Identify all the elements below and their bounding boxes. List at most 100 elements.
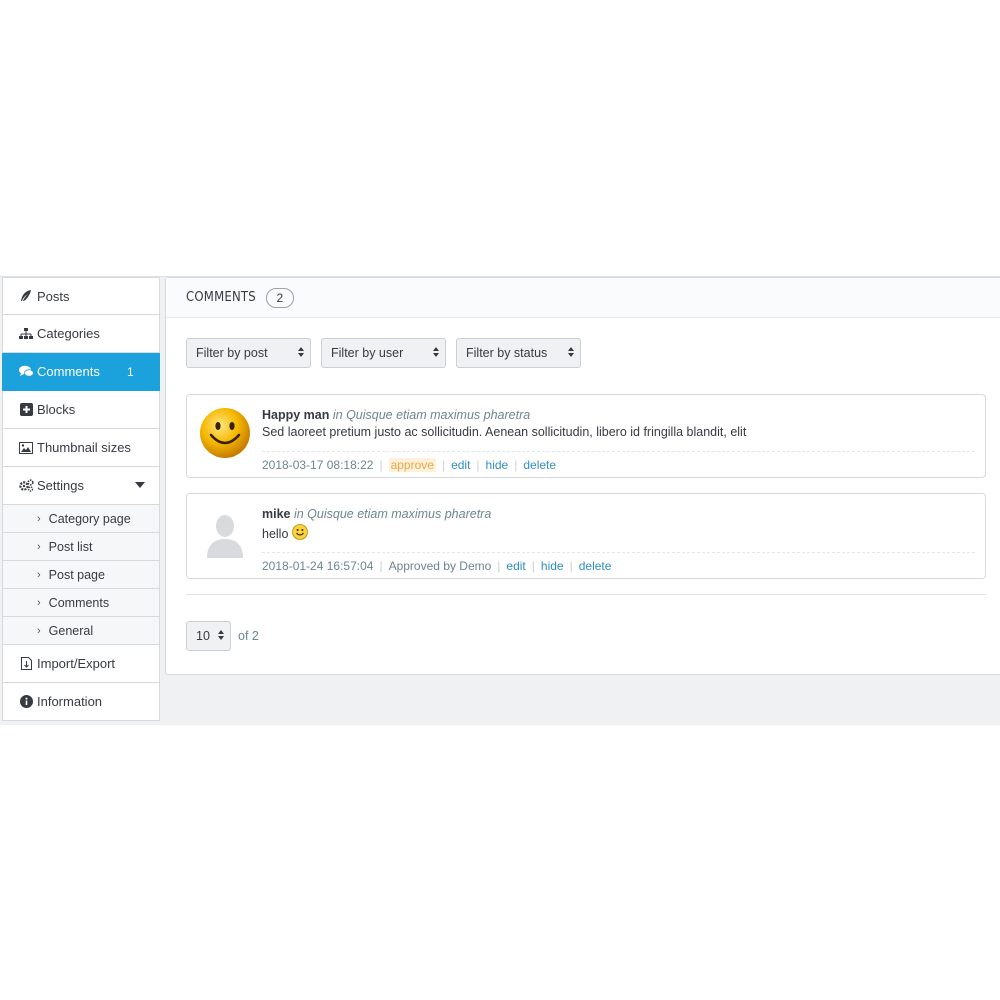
sidebar-subitem-label: Post list	[48, 539, 93, 554]
sidebar-item-thumbnail-sizes[interactable]: Thumbnail sizes	[2, 429, 160, 467]
comment-date: 2018-03-17 08:18:22	[262, 458, 374, 472]
comment-post-link[interactable]: in Quisque etiam maximus pharetra	[333, 408, 530, 422]
edit-link[interactable]: edit	[451, 458, 470, 472]
plus-square-icon	[18, 402, 34, 418]
comment-author: Happy man	[262, 408, 330, 422]
select-arrows-icon	[298, 347, 304, 357]
comment-text: Sed laoreet pretium justo ac sollicitudi…	[262, 425, 975, 439]
comment-date: 2018-01-24 16:57:04	[262, 559, 374, 573]
sidebar-item-categories[interactable]: Categories	[2, 315, 160, 353]
file-icon	[18, 656, 34, 672]
chevron-right-icon: ›	[37, 568, 41, 581]
filter-by-status-select[interactable]: Filter by status	[456, 338, 581, 368]
sidebar-item-label: Blocks	[37, 402, 76, 417]
divider	[186, 594, 986, 595]
comments-total-badge: 2	[265, 287, 294, 308]
per-page-select[interactable]: 10	[186, 621, 231, 651]
image-icon	[18, 440, 34, 456]
default-user-avatar	[199, 506, 251, 558]
comments-count-badge: 1	[127, 364, 134, 379]
delete-link[interactable]: delete	[579, 559, 612, 573]
comments-icon	[18, 364, 34, 380]
select-value: Filter by post	[196, 346, 268, 360]
comment-author: mike	[262, 507, 291, 521]
separator: |	[531, 559, 535, 573]
chevron-right-icon: ›	[37, 624, 41, 637]
comments-panel: COMMENTS 2 Filter by post Filter by user…	[165, 277, 1000, 675]
sidebar-subitem-comments[interactable]: › Comments	[2, 589, 160, 617]
comment-text-content: Sed laoreet pretium justo ac sollicitudi…	[262, 425, 747, 439]
sidebar: Posts Categories Comments 1 Blocks Thumb…	[2, 277, 160, 723]
cogs-icon	[18, 478, 34, 494]
sidebar-subitem-post-page[interactable]: › Post page	[2, 561, 160, 589]
comment-post-link[interactable]: in Quisque etiam maximus pharetra	[294, 507, 491, 521]
sidebar-subitem-label: General	[48, 623, 94, 638]
sitemap-icon	[18, 326, 34, 342]
edit-link[interactable]: edit	[506, 559, 525, 573]
separator: |	[379, 458, 383, 472]
comment-body: mike in Quisque etiam maximus pharetra h…	[262, 507, 975, 543]
comment-meta: 2018-03-17 08:18:22 | approve | edit | h…	[262, 451, 975, 472]
chevron-right-icon: ›	[37, 596, 41, 609]
separator: |	[379, 559, 383, 573]
comment-text: hello	[262, 524, 975, 543]
comment-status: Approved by Demo	[388, 559, 492, 573]
select-value: Filter by user	[331, 346, 404, 360]
app-container: Posts Categories Comments 1 Blocks Thumb…	[0, 276, 1000, 725]
comment-text-content: hello	[262, 526, 289, 541]
sidebar-item-label: Thumbnail sizes	[37, 440, 131, 455]
separator: |	[569, 559, 573, 573]
separator: |	[514, 458, 518, 472]
select-value: 10	[196, 629, 210, 643]
sidebar-item-label: Categories	[37, 326, 100, 341]
sidebar-item-label: Posts	[37, 288, 70, 304]
separator: |	[476, 458, 480, 472]
hide-link[interactable]: hide	[486, 458, 509, 472]
filter-by-post-select[interactable]: Filter by post	[186, 338, 311, 368]
feather-icon	[18, 288, 34, 304]
sidebar-subitem-post-list[interactable]: › Post list	[2, 533, 160, 561]
sidebar-item-posts[interactable]: Posts	[2, 277, 160, 315]
filter-by-user-select[interactable]: Filter by user	[321, 338, 446, 368]
smiley-emoji-icon	[292, 524, 309, 543]
sidebar-item-information[interactable]: Information	[2, 683, 160, 721]
sidebar-item-settings[interactable]: Settings	[2, 467, 160, 505]
info-circle-icon	[18, 694, 34, 710]
sidebar-item-comments[interactable]: Comments 1	[2, 353, 160, 391]
sidebar-item-label: Import/Export	[37, 656, 116, 671]
comment-item: mike in Quisque etiam maximus pharetra h…	[186, 493, 986, 579]
separator: |	[497, 559, 501, 573]
select-arrows-icon	[218, 630, 224, 640]
sidebar-item-label: Settings	[37, 478, 84, 493]
comment-header: Happy man in Quisque etiam maximus phare…	[262, 408, 975, 422]
sidebar-subitem-category-page[interactable]: › Category page	[2, 505, 160, 533]
select-value: Filter by status	[466, 346, 548, 360]
separator: |	[441, 458, 446, 472]
sidebar-item-label: Comments	[37, 364, 100, 379]
caret-down-icon	[135, 482, 145, 488]
select-arrows-icon	[568, 347, 574, 357]
sidebar-item-import-export[interactable]: Import/Export	[2, 645, 160, 683]
comment-header: mike in Quisque etiam maximus pharetra	[262, 507, 975, 521]
comment-meta: 2018-01-24 16:57:04 | Approved by Demo |…	[262, 552, 975, 573]
sidebar-subitem-general[interactable]: › General	[2, 617, 160, 645]
delete-link[interactable]: delete	[523, 458, 556, 472]
page-count-label: of 2	[238, 629, 259, 643]
sidebar-subitem-label: Comments	[48, 595, 110, 610]
panel-title: COMMENTS	[186, 290, 256, 305]
sidebar-item-blocks[interactable]: Blocks	[2, 391, 160, 429]
approve-link[interactable]: approve	[388, 458, 436, 472]
comment-body: Happy man in Quisque etiam maximus phare…	[262, 408, 975, 439]
filter-bar: Filter by post Filter by user Filter by …	[186, 338, 581, 368]
chevron-right-icon: ›	[37, 540, 41, 553]
select-arrows-icon	[433, 347, 439, 357]
chevron-right-icon: ›	[37, 512, 41, 525]
hide-link[interactable]: hide	[541, 559, 564, 573]
sidebar-subitem-label: Category page	[48, 511, 131, 526]
panel-header: COMMENTS 2	[166, 278, 1000, 318]
pagination: 10 of 2	[186, 621, 259, 651]
smiley-avatar	[199, 407, 251, 459]
comment-item: Happy man in Quisque etiam maximus phare…	[186, 394, 986, 478]
sidebar-item-label: Information	[37, 694, 103, 709]
sidebar-subitem-label: Post page	[48, 567, 105, 582]
